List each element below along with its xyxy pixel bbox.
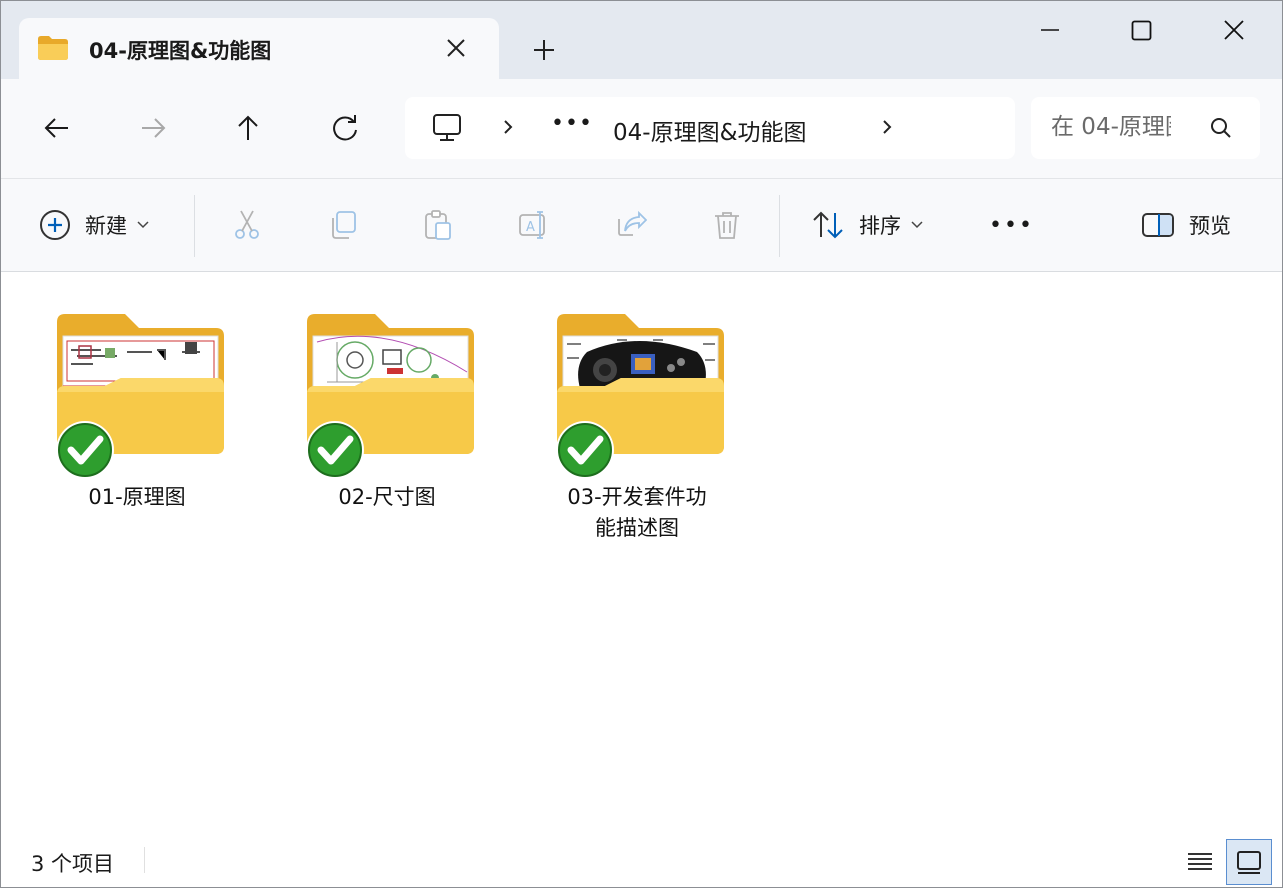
chevron-down-icon: [911, 221, 923, 229]
folder-icon: [57, 314, 224, 479]
breadcrumb-overflow[interactable]: •••: [551, 111, 593, 136]
status-bar: 3 个项目: [1, 833, 1282, 887]
preview-pane-icon: [1142, 213, 1174, 237]
folder-name: 03-开发套件功能描述图: [567, 485, 707, 540]
chevron-right-icon[interactable]: [879, 117, 895, 141]
command-separator: [194, 195, 195, 257]
breadcrumb-current-folder[interactable]: 04-原理图&功能图: [613, 113, 807, 147]
file-list-area: 01-原理图 02-尺寸图 03-开发套件功能描述图: [1, 272, 1282, 832]
close-window-button[interactable]: [1211, 9, 1257, 53]
svg-text:A: A: [526, 220, 535, 235]
new-tab-button[interactable]: [529, 35, 559, 65]
back-button[interactable]: [40, 111, 74, 145]
forward-button[interactable]: [136, 111, 170, 145]
copy-icon[interactable]: [327, 209, 359, 241]
add-circle-icon: [40, 210, 70, 240]
tab-current-folder[interactable]: 04-原理图&功能图: [19, 18, 499, 79]
up-button[interactable]: [231, 111, 265, 145]
chevron-down-icon: [137, 221, 149, 229]
sort-icon: [813, 211, 843, 239]
preview-pane-label: 预览: [1189, 214, 1231, 238]
status-separator: [144, 847, 145, 873]
folder-item[interactable]: 03-开发套件功能描述图: [537, 312, 737, 552]
large-icons-view-button[interactable]: [1226, 839, 1272, 885]
folder-item[interactable]: 01-原理图: [37, 312, 237, 552]
minimize-button[interactable]: [1027, 9, 1073, 53]
tab-title: 04-原理图&功能图: [89, 39, 272, 63]
rename-icon[interactable]: A: [518, 209, 550, 241]
more-options-label: •••: [989, 212, 1034, 238]
refresh-button[interactable]: [328, 111, 362, 145]
folder-name: 02-尺寸图: [338, 485, 436, 509]
command-separator: [779, 195, 780, 257]
more-options-button[interactable]: •••: [989, 207, 1034, 243]
navigation-bar: ••• 04-原理图&功能图: [1, 79, 1282, 179]
folder-item[interactable]: 02-尺寸图: [287, 312, 487, 552]
share-icon[interactable]: [615, 209, 648, 241]
folder-icon: [307, 314, 474, 479]
sort-button[interactable]: 排序: [811, 207, 923, 243]
new-button[interactable]: 新建: [39, 207, 149, 243]
item-count: 3 个项目: [31, 852, 115, 876]
sort-button-label: 排序: [859, 214, 901, 238]
new-button-label: 新建: [85, 214, 127, 238]
folder-name: 01-原理图: [88, 485, 186, 509]
chevron-right-icon[interactable]: [500, 117, 516, 141]
command-bar: 新建 A 排序 ••• 预览: [1, 179, 1282, 272]
this-pc-icon[interactable]: [431, 112, 463, 148]
details-view-button[interactable]: [1182, 843, 1218, 879]
file-explorer-window: 04-原理图&功能图 ••• 04-原理图&功能图 在 04-原理图&功能图 中…: [0, 0, 1283, 888]
maximize-button[interactable]: [1119, 9, 1165, 53]
address-bar[interactable]: ••• 04-原理图&功能图: [405, 97, 1015, 159]
list-view-icon: [1188, 853, 1212, 870]
delete-icon[interactable]: [711, 209, 743, 241]
preview-pane-button[interactable]: 预览: [1141, 207, 1231, 243]
search-icon[interactable]: [1209, 116, 1233, 144]
folder-icon: [557, 314, 724, 479]
close-tab-icon[interactable]: [444, 36, 468, 60]
folder-icon: [37, 35, 69, 65]
tab-strip: 04-原理图&功能图: [1, 1, 1282, 79]
cut-icon[interactable]: [231, 209, 263, 241]
tiles-view-icon: [1237, 851, 1261, 874]
search-input[interactable]: [1051, 111, 1171, 143]
search-box[interactable]: [1031, 97, 1260, 159]
paste-icon[interactable]: [422, 209, 454, 241]
